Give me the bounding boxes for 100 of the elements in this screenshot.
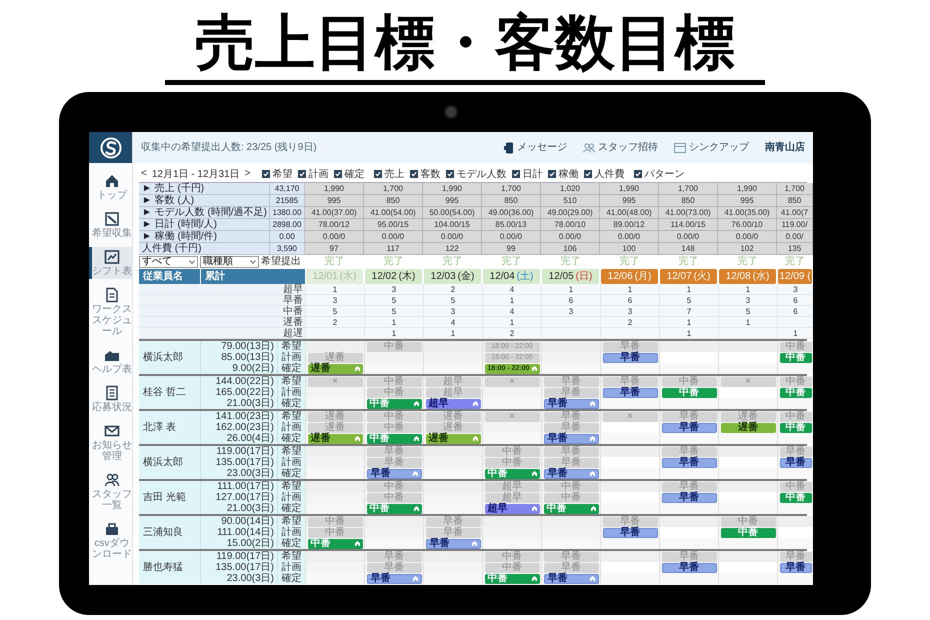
shift-chip[interactable]: 遅番 — [426, 412, 480, 422]
shift-chip[interactable]: 早番 — [544, 458, 598, 468]
shift-chip[interactable]: 中番 — [720, 516, 776, 526]
shift-chip[interactable]: 中番 — [366, 342, 422, 352]
shift-chip[interactable]: 早番 — [366, 446, 422, 456]
shift-chip[interactable]: 早番 — [366, 574, 422, 584]
shift-chip[interactable]: 中番 — [662, 376, 716, 386]
date-header[interactable]: 12/08 (水) — [719, 269, 776, 284]
shift-chip[interactable]: 早番 — [544, 562, 598, 572]
shift-chip[interactable]: 中番 — [484, 562, 540, 572]
shift-chip[interactable]: 早番 — [544, 398, 598, 408]
shift-chip[interactable]: 早番 — [544, 468, 598, 478]
shift-chip[interactable]: 中番 — [780, 352, 812, 362]
shift-chip[interactable]: 超早 — [426, 388, 480, 398]
date-header[interactable]: 12/06 (月) — [601, 269, 658, 284]
shift-chip[interactable]: 超早 — [484, 492, 540, 502]
checkbox[interactable] — [512, 170, 520, 178]
shift-chip[interactable]: 遅番 — [720, 422, 776, 432]
shift-chip[interactable]: 遅番 — [308, 422, 362, 432]
header-link[interactable]: シンクアップ — [674, 140, 749, 155]
shift-chip[interactable]: 早番 — [366, 468, 422, 478]
shift-chip[interactable]: 早番 — [602, 388, 658, 398]
shift-chip[interactable]: 中番 — [780, 412, 812, 422]
shift-chip[interactable]: 早番 — [544, 434, 598, 444]
shift-chip[interactable]: 早番 — [602, 516, 658, 526]
prev-button[interactable]: < — [139, 169, 149, 179]
shift-chip[interactable]: 早番 — [602, 376, 658, 386]
shift-chip[interactable]: 中番 — [484, 458, 540, 468]
shift-chip[interactable]: 中番 — [780, 482, 812, 492]
shift-chip[interactable]: 中番 — [308, 528, 362, 538]
shift-chip[interactable]: 遅番 — [308, 412, 362, 422]
shift-chip[interactable]: 中番 — [780, 492, 812, 502]
sidebar-item[interactable]: お知らせ管理 — [89, 421, 132, 464]
date-header[interactable]: 12/05 (日) — [542, 269, 599, 284]
shift-chip[interactable]: 超早 — [484, 504, 540, 514]
shift-chip[interactable]: 遅番 — [308, 352, 362, 362]
shift-chip[interactable]: 早番 — [662, 492, 716, 502]
shift-chip[interactable]: 早番 — [544, 446, 598, 456]
next-button[interactable]: > — [242, 169, 253, 179]
checkbox[interactable] — [548, 170, 556, 178]
shift-chip[interactable]: 早番 — [544, 422, 598, 432]
sidebar-item[interactable]: スタッフ一覧 — [89, 470, 132, 513]
shift-chip[interactable]: 早番 — [662, 422, 716, 432]
shift-chip[interactable]: 遅番 — [426, 422, 480, 432]
checkbox[interactable] — [262, 170, 270, 178]
checkbox[interactable] — [298, 170, 306, 178]
dropdown[interactable]: 職種順 — [200, 256, 259, 268]
shift-chip[interactable]: 早番 — [602, 352, 658, 362]
shift-chip[interactable]: 中番 — [366, 492, 422, 502]
header-link[interactable]: スタッフ招待 — [583, 140, 658, 155]
date-header[interactable]: 12/02 (木) — [365, 269, 422, 284]
sidebar-item[interactable]: ヘルプ表 — [89, 345, 132, 377]
shift-chip[interactable]: 中番 — [544, 492, 598, 502]
checkbox[interactable] — [374, 170, 382, 178]
shift-chip[interactable]: 早番 — [780, 446, 812, 456]
dropdown[interactable]: すべて — [139, 256, 198, 268]
shift-chip[interactable]: 早番 — [780, 458, 812, 468]
sidebar-item[interactable]: シフト表 — [89, 247, 132, 279]
date-header[interactable]: 12/03 (金) — [424, 269, 481, 284]
shift-chip[interactable]: 早番 — [544, 388, 598, 398]
shift-chip[interactable]: 中番 — [366, 422, 422, 432]
shift-chip[interactable]: 中番 — [484, 552, 540, 562]
checkbox[interactable] — [446, 170, 454, 178]
shift-chip[interactable]: 早番 — [366, 458, 422, 468]
date-header[interactable]: 12/07 (火) — [660, 269, 717, 284]
shift-chip[interactable]: 早番 — [662, 482, 716, 492]
shift-chip[interactable]: 早番 — [544, 574, 598, 584]
shift-chip[interactable]: × — [484, 376, 540, 386]
shift-chip[interactable]: 早番 — [602, 342, 658, 352]
shift-chip[interactable]: 早番 — [544, 552, 598, 562]
shift-chip[interactable]: 早番 — [662, 412, 716, 422]
shift-chip[interactable]: 中番 — [780, 342, 812, 352]
shift-chip[interactable]: 中番 — [780, 422, 812, 432]
checkbox[interactable] — [334, 170, 342, 178]
shift-chip[interactable]: 中番 — [308, 516, 362, 526]
shift-chip[interactable]: 早番 — [662, 552, 716, 562]
shift-chip[interactable]: 中番 — [780, 388, 812, 398]
shift-chip[interactable]: 早番 — [426, 516, 480, 526]
shift-chip[interactable]: 早番 — [426, 528, 480, 538]
shift-chip[interactable]: 中番 — [780, 376, 812, 386]
date-header[interactable]: 12/01 (水) — [306, 269, 363, 284]
shift-chip[interactable]: 中番 — [366, 388, 422, 398]
shift-chip[interactable]: 早番 — [662, 562, 716, 572]
shift-chip[interactable]: 中番 — [366, 482, 422, 492]
checkbox[interactable] — [634, 170, 642, 178]
checkbox[interactable] — [410, 170, 418, 178]
shift-chip[interactable]: 早番 — [780, 562, 812, 572]
sidebar-item[interactable]: ワークススケジュール — [89, 285, 132, 339]
shift-chip[interactable]: 超早 — [484, 482, 540, 492]
sidebar-item[interactable]: 希望収集 — [89, 209, 132, 241]
sidebar-item[interactable]: トップ — [89, 171, 132, 203]
shift-chip[interactable]: × — [602, 412, 658, 422]
shift-chip[interactable]: 超早 — [426, 398, 480, 408]
sidebar-item[interactable]: 応募状況 — [89, 383, 132, 415]
checkbox[interactable] — [584, 170, 592, 178]
shift-chip[interactable]: 遅番 — [720, 412, 776, 422]
shift-chip[interactable]: 早番 — [544, 376, 598, 386]
shift-chip[interactable]: 中番 — [366, 376, 422, 386]
shift-chip[interactable]: 早番 — [366, 562, 422, 572]
date-header[interactable]: 12/04 (土) — [483, 269, 540, 284]
